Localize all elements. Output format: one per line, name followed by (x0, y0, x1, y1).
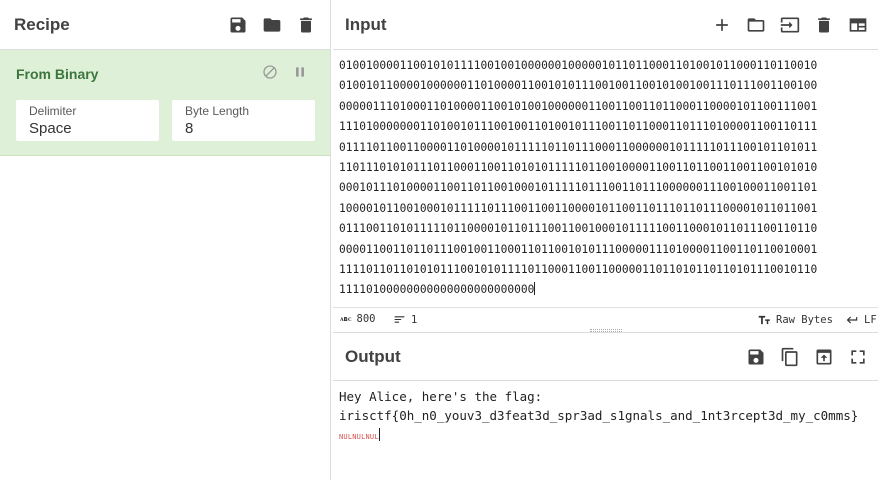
delimiter-field[interactable]: Delimiter Space (16, 100, 159, 141)
clear-input-trash-icon[interactable] (814, 15, 834, 35)
input-length: 800 (356, 313, 376, 325)
input-line: 0111001101011111011000010110111001100100… (339, 222, 818, 236)
input-header: Input (333, 0, 878, 50)
input-line: 11110100000000000000000000000 (339, 283, 535, 297)
save-recipe-icon[interactable] (228, 15, 248, 35)
input-lines: 1 (411, 313, 418, 326)
input-line: 0100100001100101011110010010000001000001… (339, 59, 818, 72)
output-pane: Output Hey Alice, here's the flag: irisc… (333, 332, 878, 480)
output-caret (378, 428, 380, 441)
raw-bytes-toggle[interactable]: Raw Bytes (757, 313, 833, 327)
nul-markers: NULNULNUL (339, 433, 379, 441)
output-line: irisctf{0h_n0_youv3_d3feat3d_spr3ad_s1gn… (339, 408, 859, 423)
input-status-bar: ᴀʙᴄ 800 1 Raw Bytes LF (333, 307, 878, 329)
save-output-icon[interactable] (746, 347, 766, 367)
clear-recipe-trash-icon[interactable] (296, 15, 316, 35)
lines-status: 1 (393, 313, 417, 326)
replace-input-with-output-icon[interactable] (814, 347, 834, 367)
output-title: Output (345, 346, 401, 366)
operation-from-binary[interactable]: From Binary Delimiter Space Byte Length … (0, 50, 330, 156)
output-text[interactable]: Hey Alice, here's the flag: irisctf{0h_n… (339, 387, 858, 447)
input-line: 1101110101011101100011001101010111110110… (339, 161, 818, 175)
open-file-icon[interactable] (780, 15, 800, 35)
disable-operation-icon[interactable] (262, 64, 278, 85)
input-pane: Input 0100100001100101011110010010000001… (333, 0, 878, 330)
input-line: 1111011011010101110010101111011000110011… (339, 263, 818, 277)
input-line: 0001011101000011001101100100010111110111… (339, 181, 818, 195)
eol-toggle[interactable]: LF (845, 313, 877, 327)
recipe-pane: Recipe From Binary Delimiter Space Byte … (0, 0, 331, 480)
abc-icon: ᴀʙᴄ (340, 315, 352, 323)
recipe-header: Recipe (0, 0, 330, 50)
add-input-plus-icon[interactable] (712, 15, 732, 35)
output-line: Hey Alice, here's the flag: (339, 389, 543, 404)
eol-label: LF (864, 314, 877, 326)
lines-icon (394, 316, 405, 323)
copy-output-icon[interactable] (780, 347, 800, 367)
input-line: 0000011101000110100001100101001000000110… (339, 99, 818, 113)
maximise-output-icon[interactable] (848, 347, 868, 367)
text-caret (534, 282, 536, 296)
input-textarea[interactable]: 0100100001100101011110010010000001000001… (339, 56, 878, 301)
delimiter-label: Delimiter (29, 104, 77, 118)
length-status: ᴀʙᴄ 800 (340, 313, 375, 325)
delimiter-value[interactable]: Space (29, 120, 72, 137)
pause-operation-icon[interactable] (292, 64, 308, 85)
byte-length-value[interactable]: 8 (185, 120, 193, 137)
return-arrow-icon (846, 316, 858, 324)
text-size-icon (758, 315, 770, 325)
byte-length-label: Byte Length (185, 104, 250, 118)
byte-length-field[interactable]: Byte Length 8 (172, 100, 315, 141)
raw-bytes-label: Raw Bytes (776, 314, 833, 326)
load-recipe-folder-icon[interactable] (262, 15, 282, 35)
input-line: 1110100000001101001011100100110100101110… (339, 120, 818, 134)
input-line: 0100101100001000000110100001100101011100… (339, 79, 818, 93)
input-line: 1000010110010001011111011100110011000010… (339, 201, 818, 215)
input-title: Input (345, 14, 387, 34)
output-header: Output (333, 333, 878, 381)
input-line: 0000110011011011100100110001101100101011… (339, 242, 818, 256)
input-line: 0111101100110000110100001011111011011100… (339, 140, 818, 154)
operation-title: From Binary (16, 66, 99, 82)
layout-icon[interactable] (848, 15, 868, 35)
open-folder-icon[interactable] (746, 15, 766, 35)
recipe-title: Recipe (14, 14, 70, 34)
